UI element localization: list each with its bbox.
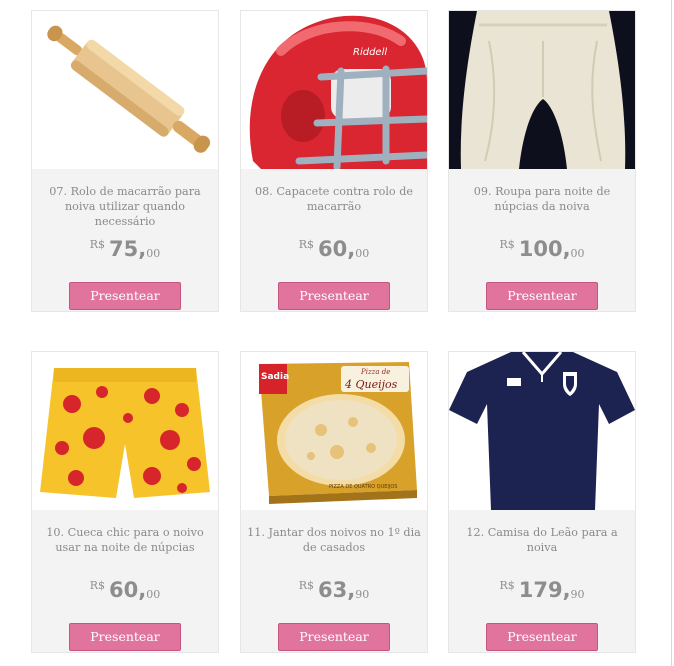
gift-title: 08. Capacete contra rolo de macarrão	[255, 185, 413, 213]
gift-card: Sadia Pizza de 4 Queijos PIZZA DE QUATRO…	[240, 351, 428, 653]
price-integer: 75	[109, 237, 139, 261]
gift-title: 12. Camisa do Leão para a noiva	[466, 526, 618, 554]
pizza-label-top: Pizza de	[360, 368, 390, 376]
gift-price: R$ 75,00	[89, 237, 161, 261]
gift-price: R$ 60,00	[298, 237, 370, 261]
gift-title: 10. Cueca chic para o noivo usar na noit…	[46, 526, 204, 554]
price-integer: 63	[318, 578, 348, 602]
currency-symbol: R$	[499, 579, 515, 592]
gift-price: R$ 63,90	[298, 578, 370, 602]
gift-title: 09. Roupa para noite de núpcias da noiva	[473, 185, 611, 213]
currency-symbol: R$	[89, 579, 106, 592]
divider	[671, 0, 672, 666]
presentear-button[interactable]: Presentear	[486, 623, 598, 651]
gift-title: 11. Jantar dos noivos no 1º dia de casad…	[247, 526, 421, 554]
price-cents: 90	[355, 588, 370, 601]
gift-card: 10. Cueca chic para o noivo usar na noit…	[31, 351, 219, 653]
soccer-jersey-image	[449, 352, 635, 510]
currency-symbol: R$	[89, 238, 106, 251]
price-cents: 00	[570, 247, 585, 260]
gift-card: 07. Rolo de macarrão para noiva utilizar…	[31, 10, 219, 312]
polka-dot-boxers-image	[32, 352, 218, 510]
currency-symbol: R$	[499, 238, 515, 251]
gift-card: Riddell 08. Capacete contra rolo de maca…	[240, 10, 428, 312]
gift-card: 12. Camisa do Leão para a noiva R$ 179,90…	[448, 351, 636, 653]
price-integer: 60	[109, 578, 139, 602]
price-integer: 100	[518, 237, 563, 261]
price-integer: 179	[518, 578, 563, 602]
pizza-box-footer: PIZZA DE QUATRO QUEIJOS	[329, 484, 397, 490]
helmet-brand-text: Riddell	[353, 47, 387, 58]
presentear-button[interactable]: Presentear	[278, 282, 390, 310]
price-cents: 90	[570, 588, 585, 601]
gift-list-page: 07. Rolo de macarrão para noiva utilizar…	[0, 0, 674, 666]
bloomers-image	[449, 11, 635, 169]
frozen-pizza-box-image: Sadia Pizza de 4 Queijos PIZZA DE QUATRO…	[241, 352, 427, 510]
presentear-button[interactable]: Presentear	[486, 282, 598, 310]
football-helmet-image: Riddell	[241, 11, 427, 169]
gift-price: R$ 179,90	[499, 578, 585, 602]
price-cents: 00	[146, 247, 161, 260]
presentear-button[interactable]: Presentear	[69, 623, 181, 651]
gift-title: 07. Rolo de macarrão para noiva utilizar…	[49, 185, 201, 228]
price-integer: 60	[318, 237, 348, 261]
pizza-brand-text: Sadia	[261, 372, 289, 382]
price-cents: 00	[146, 588, 161, 601]
price-cents: 00	[355, 247, 370, 260]
currency-symbol: R$	[298, 238, 315, 251]
rolling-pin-image	[32, 11, 218, 169]
presentear-button[interactable]: Presentear	[69, 282, 181, 310]
gift-price: R$ 60,00	[89, 578, 161, 602]
presentear-button[interactable]: Presentear	[278, 623, 390, 651]
gift-card: 09. Roupa para noite de núpcias da noiva…	[448, 10, 636, 312]
currency-symbol: R$	[298, 579, 315, 592]
pizza-label-main: 4 Queijos	[344, 378, 398, 391]
gift-price: R$ 100,00	[499, 237, 585, 261]
